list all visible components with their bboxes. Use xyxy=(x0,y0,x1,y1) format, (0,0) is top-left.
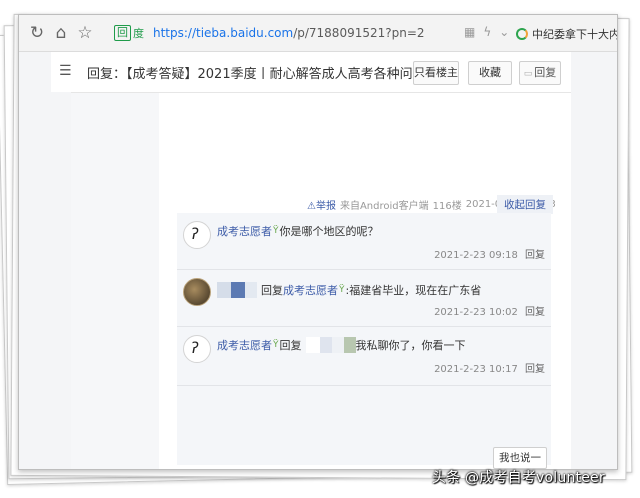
redacted-username xyxy=(331,337,344,353)
comment-icon: ▭ xyxy=(523,69,533,79)
author-column xyxy=(71,93,159,469)
reply-time: 2021-2-23 10:17 xyxy=(434,364,518,375)
screenshot-frame: ↻ ⌂ ☆ 回 度 https://tieba.baidu.com/p/7188… xyxy=(18,14,618,470)
redacted-username xyxy=(305,337,320,353)
reply-text: 我私聊你了，你看一下 xyxy=(355,339,466,352)
reply-text-line: 成考志愿者 Ÿ 你是哪个地区的呢？ xyxy=(217,223,379,239)
redacted-username xyxy=(231,282,245,298)
url-text: https://tieba.baidu.com/p/7188091521?pn=… xyxy=(153,26,425,40)
browser-toolbar: ↻ ⌂ ☆ 回 度 https://tieba.baidu.com/p/7188… xyxy=(19,15,617,52)
member-badge-icon: Ÿ xyxy=(339,285,345,295)
reply-link[interactable]: 回复 xyxy=(525,250,545,261)
tieba-page: ☰ 回复：【成考答疑】2021季度丨耐心解答成人高考各种问题 只看楼主 收藏 ▭… xyxy=(19,52,617,469)
redacted-username xyxy=(319,337,332,353)
list-item: 回复 成考志愿者 Ÿ :福建省毕业，现在在广东省 2021-2-23 10:02… xyxy=(177,270,551,327)
address-bar[interactable]: 回 度 https://tieba.baidu.com/p/7188091521… xyxy=(114,21,425,45)
redacted-username xyxy=(245,282,257,298)
avatar[interactable] xyxy=(183,278,211,306)
favorite-button[interactable]: 收藏 xyxy=(468,61,512,85)
reply-time: 2021-2-23 09:18 xyxy=(434,250,518,261)
refresh-icon[interactable]: ↻ xyxy=(27,23,47,43)
member-badge-icon: Ÿ xyxy=(273,226,279,236)
avatar[interactable]: ʔ xyxy=(183,335,211,363)
news-logo-icon xyxy=(516,28,528,40)
home-icon[interactable]: ⌂ xyxy=(51,23,71,43)
thread-title: 回复：【成考答疑】2021季度丨耐心解答成人高考各种问题 xyxy=(87,67,426,82)
reply-text: :福建省毕业，现在在广东省 xyxy=(345,284,482,297)
client-source: 来自Android客户端 xyxy=(339,201,429,212)
report-link[interactable]: ⚠举报 xyxy=(307,197,336,212)
reply-prefix: 回复 xyxy=(261,284,283,297)
sub-reply-list: ʔ 成考志愿者 Ÿ 你是哪个地区的呢？ 2021-2-23 09:18 回复 回… xyxy=(177,213,551,469)
reply-text-line: 回复 成考志愿者 Ÿ :福建省毕业，现在在广东省 xyxy=(217,282,481,298)
toolbar-icons: ▦ ϟ ⌄ xyxy=(464,25,509,39)
reply-target-link[interactable]: 成考志愿者 xyxy=(283,282,338,298)
reply-footer: 2021-2-23 10:17 回复 xyxy=(434,360,545,375)
floor-number: 116楼 xyxy=(432,201,462,212)
redacted-username xyxy=(217,282,231,298)
username-link[interactable]: 成考志愿者 xyxy=(217,223,272,239)
add-comment-button[interactable]: 我也说一句 xyxy=(493,447,547,469)
reply-button[interactable]: ▭ 回复 xyxy=(519,61,561,85)
list-item: ʔ 成考志愿者 Ÿ 回复 我私聊你了，你看一下 2021-2-23 10:17 … xyxy=(177,327,551,386)
only-op-button[interactable]: 只看楼主 xyxy=(413,61,459,85)
reply-footer: 2021-2-23 09:18 回复 xyxy=(434,246,545,261)
left-rail: ☰ xyxy=(51,52,72,92)
watermark: 头条 @成考自考volunteer xyxy=(432,470,605,486)
member-badge-icon: Ÿ xyxy=(273,340,279,350)
menu-icon[interactable]: ☰ xyxy=(59,63,72,79)
news-ticker-text: 中纪委拿下十大内 xyxy=(532,28,618,41)
browser-mode-badge: 回 xyxy=(114,25,131,41)
list-item: ʔ 成考志愿者 Ÿ 你是哪个地区的呢？ 2021-2-23 09:18 回复 xyxy=(177,213,551,270)
news-ticker[interactable]: 中纪委拿下十大内 xyxy=(516,26,618,42)
reply-link[interactable]: 回复 xyxy=(525,307,545,318)
chevron-down-icon[interactable]: ⌄ xyxy=(499,25,509,39)
reply-prefix: 回复 xyxy=(279,339,302,352)
thread-title-bar: 回复：【成考答疑】2021季度丨耐心解答成人高考各种问题 只看楼主 收藏 ▭ 回复 xyxy=(71,52,571,93)
reply-text-line: 成考志愿者 Ÿ 回复 我私聊你了，你看一下 xyxy=(217,337,466,353)
reply-footer: 2021-2-23 10:02 回复 xyxy=(434,303,545,318)
collapse-replies-link[interactable]: 收起回复 xyxy=(497,195,553,214)
redacted-username xyxy=(343,337,356,353)
reply-time: 2021-2-23 10:02 xyxy=(434,307,518,318)
reply-text: 你是哪个地区的呢？ xyxy=(279,225,379,238)
qr-code-icon[interactable]: ▦ xyxy=(464,25,475,39)
star-icon[interactable]: ☆ xyxy=(75,23,95,43)
lightning-icon[interactable]: ϟ xyxy=(483,25,491,39)
reply-link[interactable]: 回复 xyxy=(525,364,545,375)
avatar[interactable]: ʔ xyxy=(183,221,211,249)
browser-mode-label: 度 xyxy=(133,27,144,40)
username-link[interactable]: 成考志愿者 xyxy=(217,337,272,353)
post-content: ⚠举报 来自Android客户端 116楼 2021-02-23 01:03 收… xyxy=(71,93,571,469)
